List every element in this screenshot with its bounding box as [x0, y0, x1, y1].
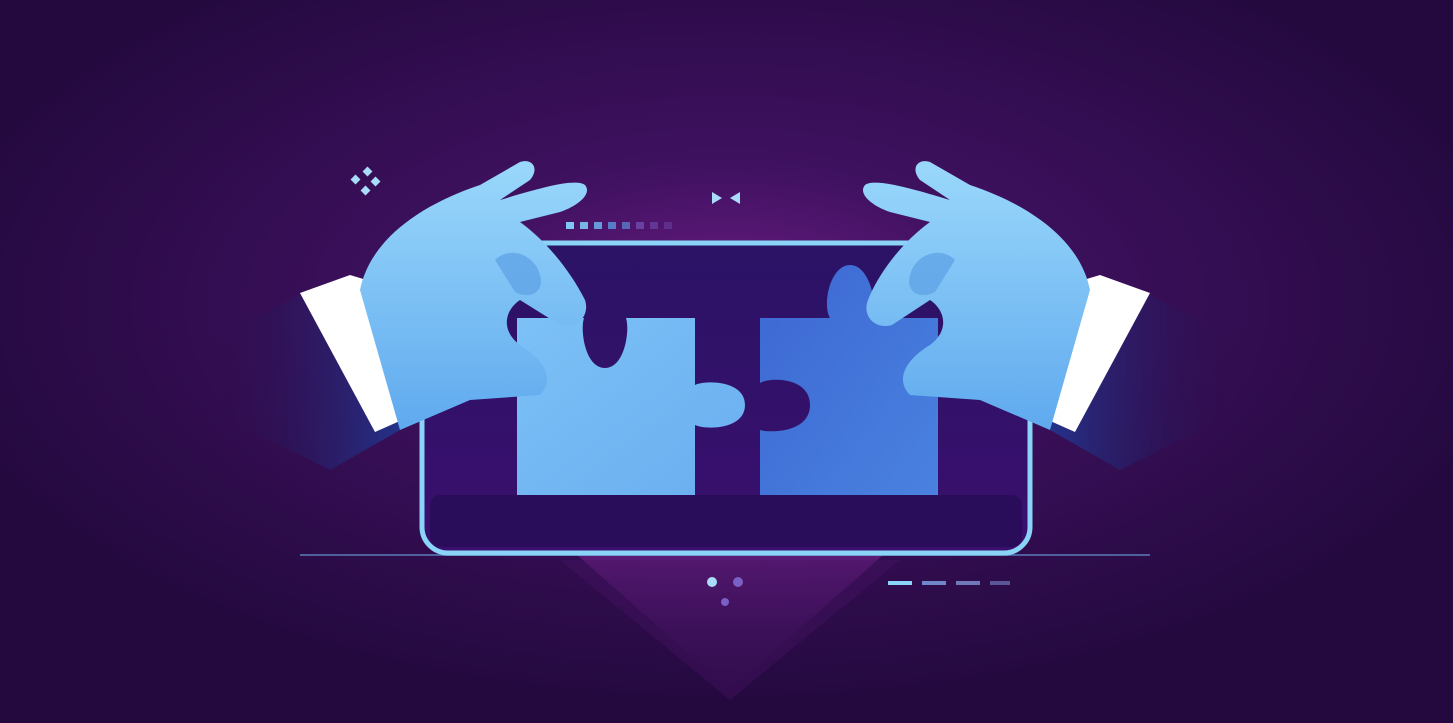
screen-inner-bar	[430, 495, 1022, 547]
illustration-canvas	[0, 0, 1453, 723]
